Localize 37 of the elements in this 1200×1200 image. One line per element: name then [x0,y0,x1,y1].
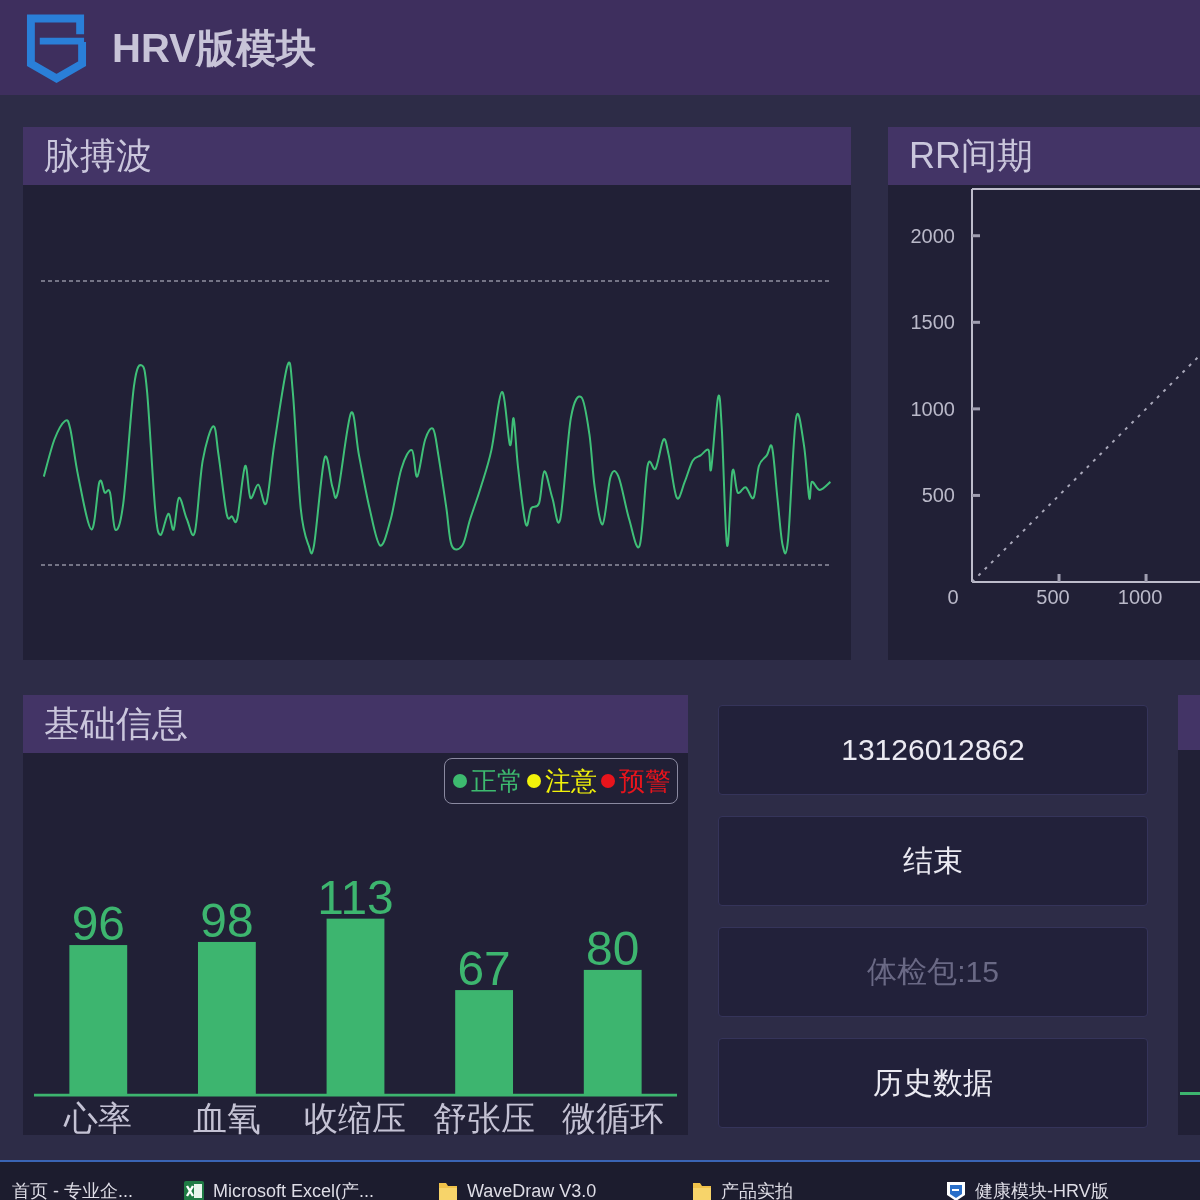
category-label: 微循环 [561,1099,664,1135]
action-button[interactable]: 结束 [718,816,1148,906]
spreadsheet-icon [183,1180,205,1200]
axis-tick-label: 0 [947,586,959,608]
axis-tick-label: 500 [1036,586,1070,608]
category-label: 舒张压 [433,1099,536,1135]
legend-label: 注意 [545,765,597,797]
bar-value-label: 67 [457,942,511,996]
axis-tick-label: 1000 [910,397,955,420]
panel-title: RR间期 [909,134,1033,178]
category-label: 血氧 [192,1099,261,1135]
axis-tick-label: 1500 [910,311,955,334]
category-label: 心率 [64,1099,133,1135]
taskbar-button[interactable]: WaveDraw V3.0 [437,1180,597,1200]
taskbar-button[interactable]: 健康模块-HRV版 [945,1180,1109,1200]
taskbar-button[interactable]: Microsoft Excel(产... [183,1180,375,1200]
axis-tick-label: 2000 [910,224,955,247]
taskbar-button[interactable]: 产品实拍 [691,1180,793,1200]
taskbar-button[interactable]: 首页 - 专业企... [12,1180,133,1200]
action-button[interactable]: 13126012862 [718,705,1148,795]
panel-title: 脉搏波 [44,134,152,178]
cropped-panel-header [1178,695,1200,750]
bar-value-label: 80 [586,921,640,975]
shield-icon [945,1180,967,1200]
action-button[interactable]: 历史数据 [718,1038,1148,1128]
folder-icon [437,1180,459,1200]
bar-value-label: 96 [71,897,125,951]
folder-icon [691,1180,713,1200]
category-label: 收缩压 [304,1099,407,1135]
panel-title: 基础信息 [44,702,188,746]
bar-value-label: 113 [317,870,394,924]
legend-label: 正常 [471,765,523,797]
app-title: HRV版模块 [112,24,316,72]
legend-label: 预警 [619,765,671,797]
axis-tick-label: 500 [921,484,955,507]
bar-value-label: 98 [200,893,254,947]
axis-tick-label: 1000 [1117,586,1163,608]
